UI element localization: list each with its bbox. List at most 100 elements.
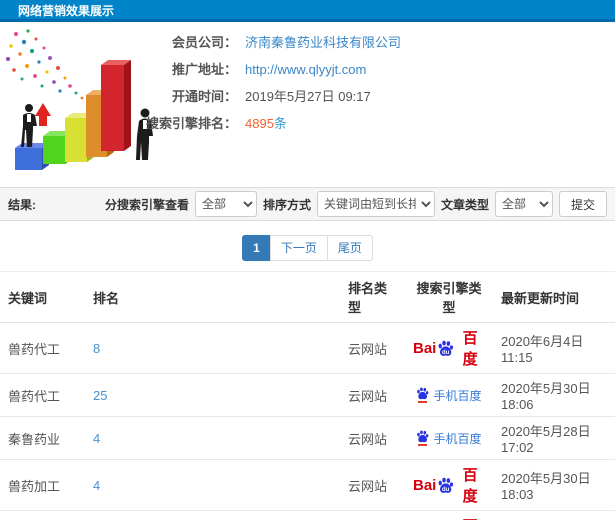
engine-type-cell: 手机百度 <box>405 416 493 460</box>
member-info-list: 会员公司： 济南秦鲁药业科技有限公司 推广地址： http://www.qlyy… <box>142 32 607 140</box>
pagination: 1 下一页 尾页 <box>0 221 615 271</box>
baidu-logo: Baidu 百度 <box>413 464 485 506</box>
rank-type-cell: 云网站 <box>340 459 405 511</box>
sort-select[interactable]: 关键词由短到长排序 <box>316 191 435 217</box>
table-row: 兽药加工 4 云网站 Bai du 百度 2020年5月30日 18:03 <box>0 459 615 511</box>
updated-time-cell: 2020年5月30日 17:58 <box>493 510 615 520</box>
member-company-row: 会员公司： 济南秦鲁药业科技有限公司 <box>142 32 607 51</box>
engine-type-cell: Baidu百度 <box>405 510 493 520</box>
last-page-button[interactable]: 尾页 <box>326 235 373 261</box>
mobile-baidu-icon <box>416 387 429 403</box>
engine-rank-row: 搜索引擎排名： 4895条 <box>142 113 607 132</box>
col-updated: 最新更新时间 <box>493 271 615 323</box>
rank-cell: 4 <box>85 416 340 460</box>
sort-filter-label: 排序方式 <box>262 197 311 212</box>
baidu-paw-icon: du <box>438 477 454 493</box>
col-rank-type: 排名类型 <box>340 271 405 323</box>
engine-rank-value: 4895条 <box>245 113 287 132</box>
updated-time-cell: 2020年6月4日 11:15 <box>493 322 615 374</box>
keyword-cell: 兽药贴牌 <box>0 510 85 520</box>
keyword-cell: 兽药加工 <box>0 459 85 511</box>
engine-rank-unit: 条 <box>273 116 287 131</box>
member-company-link[interactable]: 济南秦鲁药业科技有限公司 <box>245 32 401 51</box>
baidu-paw-icon <box>417 387 429 400</box>
rank-type-cell: 云网站 <box>340 322 405 374</box>
engine-filter-select[interactable]: 全部 <box>194 191 257 217</box>
svg-text:du: du <box>442 349 450 355</box>
table-row: 兽药代工 25 云网站 手机百度 2020年5月30日 18:06 <box>0 373 615 417</box>
rank-cell: 4 <box>85 459 340 511</box>
rank-type-cell: 云网站 <box>340 416 405 460</box>
engine-filter-label: 分搜索引擎查看 <box>104 197 189 212</box>
mobile-baidu-text: 手机百度 <box>433 388 482 403</box>
top-section: 会员公司： 济南秦鲁药业科技有限公司 推广地址： http://www.qlyy… <box>0 22 615 187</box>
filter-bar: 结果: 分搜索引擎查看 全部 排序方式 关键词由短到长排序 文章类型 全部 提交 <box>0 187 615 221</box>
open-time-label: 开通时间： <box>171 89 237 104</box>
baidu-logo-cn-text: 百度 <box>462 467 478 505</box>
svg-text:du: du <box>442 486 450 492</box>
rank-link[interactable]: 4 <box>93 478 100 493</box>
keyword-cell: 兽药代工 <box>0 322 85 374</box>
results-table: 关键词 排名 排名类型 搜索引擎类型 最新更新时间 兽药代工 8 云网站 Bai du 百… <box>0 271 615 520</box>
updated-time-cell: 2020年5月30日 18:06 <box>493 373 615 417</box>
filter-controls: 分搜索引擎查看 全部 排序方式 关键词由短到长排序 文章类型 全部 提交 <box>105 191 607 217</box>
open-time-row: 开通时间： 2019年5月27日 09:17 <box>142 86 607 104</box>
page-header: 网络营销效果展示 <box>0 0 615 22</box>
confetti-dots <box>6 29 84 100</box>
rank-type-cell: 云网站 <box>340 373 405 417</box>
rank-cell: 25 <box>85 373 340 417</box>
member-company-label: 会员公司： <box>171 35 237 50</box>
paw-underline <box>418 444 428 446</box>
open-time-value: 2019年5月27日 09:17 <box>245 89 371 104</box>
rank-type-cell: 云网站 <box>340 510 405 520</box>
col-keyword: 关键词 <box>0 271 85 323</box>
table-row: 秦鲁药业 4 云网站 手机百度 2020年5月28日 17:02 <box>0 416 615 460</box>
page-1-button[interactable]: 1 <box>242 235 271 261</box>
baidu-logo: Baidu 百度 <box>413 327 485 369</box>
rank-link[interactable]: 4 <box>93 431 100 446</box>
promo-url-link[interactable]: http://www.qlyyjt.com <box>245 62 366 77</box>
paw-underline <box>418 401 428 403</box>
col-rank: 排名 <box>85 271 340 323</box>
keyword-cell: 秦鲁药业 <box>0 416 85 460</box>
updated-time-cell: 2020年5月28日 17:02 <box>493 416 615 460</box>
baidu-logo-cn-text: 百度 <box>455 515 485 520</box>
keyword-cell: 兽药代工 <box>0 373 85 417</box>
table-row: 兽药贴牌1云网站 Baidu百度 2020年5月30日 17:58 <box>0 510 615 520</box>
baidu-logo-bai-text: Bai <box>413 476 437 494</box>
article-type-label: 文章类型 <box>440 197 489 212</box>
engine-rank-label: 搜索引擎排名： <box>145 116 237 131</box>
result-label: 结果: <box>8 197 36 212</box>
mobile-baidu-icon <box>416 430 429 446</box>
mobile-baidu-text: 手机百度 <box>433 431 482 446</box>
next-page-button[interactable]: 下一页 <box>269 235 328 261</box>
baidu-logo: Baidu百度 <box>413 515 485 520</box>
rank-link[interactable]: 8 <box>93 341 100 356</box>
article-type-select[interactable]: 全部 <box>494 191 553 217</box>
promo-url-row: 推广地址： http://www.qlyyjt.com <box>142 59 607 77</box>
results-table-body: 兽药代工 8 云网站 Bai du 百度 2020年6月4日 11:15 兽药代工 25 云网站手… <box>0 322 615 520</box>
col-engine-type: 搜索引擎类型 <box>405 271 493 323</box>
engine-rank-count: 4895 <box>245 116 274 131</box>
baidu-paw-icon <box>417 430 429 443</box>
updated-time-cell: 2020年5月30日 18:03 <box>493 459 615 511</box>
mobile-baidu-logo: 手机百度 <box>416 430 482 447</box>
page-title: 网络营销效果展示 <box>18 4 115 18</box>
baidu-logo-bai-text: Bai <box>413 339 437 357</box>
baidu-paw-icon: du <box>438 340 454 356</box>
mobile-baidu-logo: 手机百度 <box>416 387 482 404</box>
bar-red <box>101 60 131 151</box>
table-header-row: 关键词 排名 排名类型 搜索引擎类型 最新更新时间 <box>0 271 615 323</box>
businessman-left <box>21 104 37 147</box>
rank-link[interactable]: 25 <box>93 388 107 403</box>
engine-type-cell: Baidu 百度 <box>405 459 493 511</box>
engine-type-cell: 手机百度 <box>405 373 493 417</box>
submit-button[interactable]: 提交 <box>558 191 607 217</box>
engine-type-cell: Baidu 百度 <box>405 322 493 374</box>
up-arrow-icon <box>35 103 51 126</box>
rank-cell: 1 <box>85 510 340 520</box>
table-row: 兽药代工 8 云网站 Bai du 百度 2020年6月4日 11:15 <box>0 322 615 374</box>
promo-url-label: 推广地址： <box>171 62 237 77</box>
baidu-logo-cn-text: 百度 <box>462 330 478 368</box>
rank-cell: 8 <box>85 322 340 374</box>
